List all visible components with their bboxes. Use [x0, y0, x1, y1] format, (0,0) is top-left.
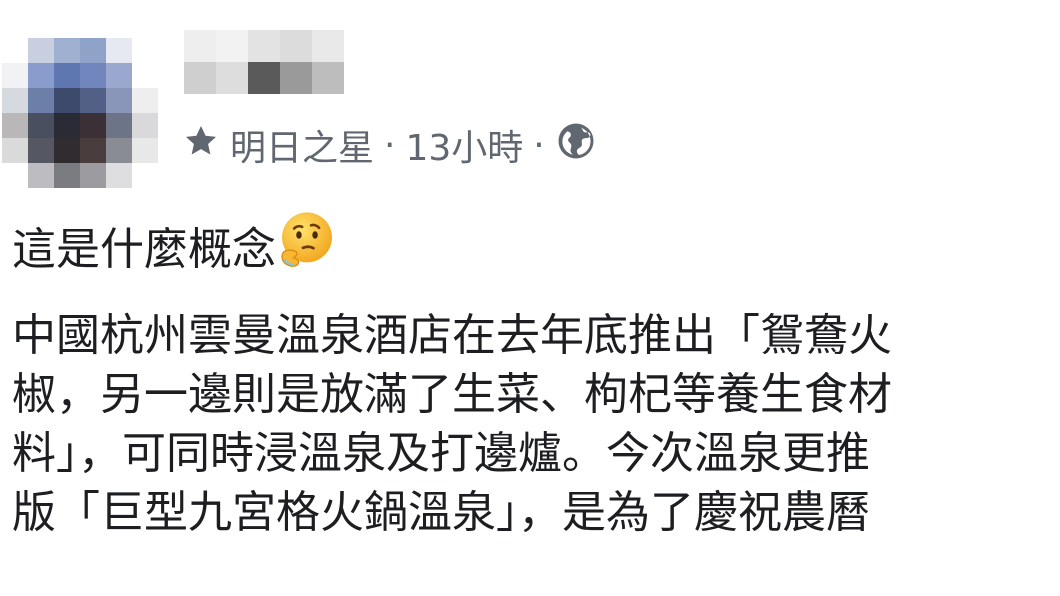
thinking-face-emoji	[276, 210, 336, 279]
post-short-text-content: 這是什麼概念	[12, 223, 276, 275]
post-body-line: 版「巨型九宮格火鍋溫泉」，是為了慶祝農曆	[12, 487, 870, 538]
post-timestamp-link[interactable]: 13小時	[405, 119, 523, 171]
post-body-line: 中國杭州雲曼溫泉酒店在去年底推出「鴛鴦火	[12, 310, 892, 361]
post-meta-row: 明日之星 · 13小時 ·	[182, 118, 597, 172]
star-icon	[182, 122, 220, 169]
post-body: 中國杭州雲曼溫泉酒店在去年底推出「鴛鴦火 椒，另一邊則是放滿了生菜、枸杞等養生食…	[12, 306, 1060, 542]
post-body-line: 椒，另一邊則是放滿了生菜、枸杞等養生食材	[12, 369, 892, 420]
post-body-line: 料」，可同時浸溫泉及打邊爐。今次溫泉更推	[12, 428, 870, 479]
avatar[interactable]	[2, 38, 158, 188]
globe-icon[interactable]	[555, 120, 597, 171]
meta-separator: ·	[384, 124, 396, 166]
meta-separator: ·	[533, 124, 545, 166]
poster-name-blurred[interactable]	[184, 30, 344, 94]
group-name-link[interactable]: 明日之星	[230, 119, 374, 171]
post-short-text: 這是什麼概念	[12, 210, 336, 279]
